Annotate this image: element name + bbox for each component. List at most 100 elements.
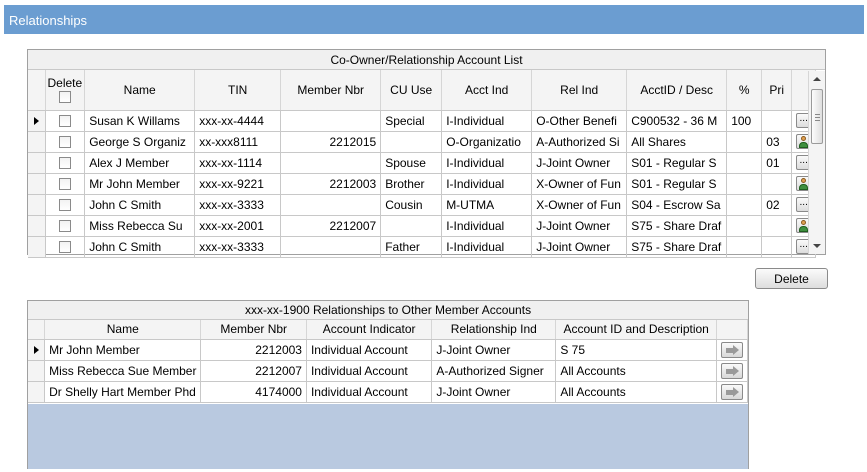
name-cell[interactable]: John C Smith (84, 236, 196, 258)
rel-ind-cell[interactable]: O-Other Benefi (531, 110, 628, 132)
account-desc-cell[interactable]: S 75 (555, 339, 717, 361)
tin-cell[interactable]: xxx-xx-1114 (194, 152, 282, 174)
account-indicator-cell[interactable]: Individual Account (306, 339, 433, 361)
table-row[interactable]: John C Smith xxx-xx-3333 Father I-Individua… (28, 236, 817, 258)
acct-ind-cell[interactable]: O-Organizatio (441, 131, 533, 153)
row-header[interactable] (28, 131, 46, 153)
acct-ind-cell[interactable]: I-Individual (441, 110, 533, 132)
cu-use-cell[interactable]: Cousin (380, 194, 443, 216)
rel-ind-cell[interactable]: A-Authorized Si (531, 131, 628, 153)
tin-cell[interactable]: xx-xxx8111 (194, 131, 282, 153)
column-header-percent[interactable]: % (726, 70, 763, 111)
name-cell[interactable]: Mr John Member (44, 339, 202, 361)
pri-cell[interactable]: 03 (761, 131, 793, 153)
member-nbr-cell[interactable] (280, 236, 382, 258)
select-all-delete-checkbox[interactable] (58, 90, 71, 103)
column-header-account-indicator[interactable]: Account Indicator (306, 320, 433, 340)
table-row[interactable]: George S Organiz xx-xxx8111 2212015 O-Organ… (28, 131, 817, 153)
percent-cell[interactable] (726, 236, 763, 258)
percent-cell[interactable] (726, 152, 763, 174)
percent-cell[interactable]: 100 (726, 110, 763, 132)
account-desc-cell[interactable]: All Accounts (555, 360, 717, 382)
tin-cell[interactable]: xxx-xx-2001 (194, 215, 282, 237)
row-header[interactable] (28, 173, 46, 195)
column-header-acct-desc[interactable]: AcctID / Desc (626, 70, 728, 111)
column-header-account-desc[interactable]: Account ID and Description (555, 320, 717, 340)
relationship-ind-cell[interactable]: J-Joint Owner (431, 381, 557, 403)
name-cell[interactable]: Miss Rebecca Sue Member (44, 360, 202, 382)
delete-checkbox[interactable] (58, 241, 71, 254)
member-nbr-cell[interactable]: 2212007 (200, 360, 307, 382)
cu-use-cell[interactable] (380, 131, 443, 153)
member-nbr-cell[interactable]: 2212007 (280, 215, 382, 237)
member-nbr-cell[interactable] (280, 152, 382, 174)
column-header-member-nbr[interactable]: Member Nbr (200, 320, 307, 340)
percent-cell[interactable] (726, 173, 763, 195)
arrow-right-icon[interactable] (720, 383, 743, 400)
acct-desc-cell[interactable]: S01 - Regular S (626, 152, 728, 174)
column-header-cu-use[interactable]: CU Use (380, 70, 443, 111)
name-cell[interactable]: Mr John Member (84, 173, 196, 195)
acct-ind-cell[interactable]: M-UTMA (441, 194, 533, 216)
row-header[interactable] (28, 194, 46, 216)
acct-desc-cell[interactable]: All Shares (626, 131, 728, 153)
pri-cell[interactable] (761, 215, 793, 237)
acct-desc-cell[interactable]: S75 - Share Draf (626, 215, 728, 237)
table-row[interactable]: Miss Rebecca Sue Member 2212007 Individual… (28, 360, 749, 382)
name-cell[interactable]: Miss Rebecca Su (84, 215, 196, 237)
cu-use-cell[interactable] (380, 215, 443, 237)
column-header-name[interactable]: Name (84, 70, 196, 111)
row-header[interactable] (28, 215, 46, 237)
member-nbr-cell[interactable]: 2212003 (200, 339, 307, 361)
acct-ind-cell[interactable]: I-Individual (441, 152, 533, 174)
acct-desc-cell[interactable]: C900532 - 36 M (626, 110, 728, 132)
scroll-thumb[interactable] (811, 89, 823, 144)
column-header-name[interactable]: Name (44, 320, 202, 340)
member-nbr-cell[interactable]: 2212003 (280, 173, 382, 195)
tin-cell[interactable]: xxx-xx-4444 (194, 110, 282, 132)
name-cell[interactable]: George S Organiz (84, 131, 196, 153)
member-nbr-cell[interactable] (280, 194, 382, 216)
row-header[interactable] (28, 381, 46, 403)
delete-checkbox[interactable] (58, 199, 71, 212)
pri-cell[interactable] (761, 173, 793, 195)
pri-cell[interactable]: 02 (761, 194, 793, 216)
coowner-vertical-scrollbar[interactable] (808, 71, 825, 254)
table-row[interactable]: Dr Shelly Hart Member Phd 4174000 Individu… (28, 381, 749, 403)
arrow-right-icon[interactable] (720, 341, 743, 358)
pri-cell[interactable]: 01 (761, 152, 793, 174)
delete-checkbox[interactable] (58, 178, 71, 191)
acct-desc-cell[interactable]: S01 - Regular S (626, 173, 728, 195)
cu-use-cell[interactable]: Spouse (380, 152, 443, 174)
column-header-rel-ind[interactable]: Rel Ind (531, 70, 628, 111)
row-header[interactable] (28, 110, 46, 132)
delete-button[interactable]: Delete (755, 268, 828, 289)
tin-cell[interactable]: xxx-xx-3333 (194, 194, 282, 216)
member-nbr-cell[interactable] (280, 110, 382, 132)
row-header[interactable] (28, 152, 46, 174)
tin-cell[interactable]: xxx-xx-3333 (194, 236, 282, 258)
percent-cell[interactable] (726, 215, 763, 237)
acct-desc-cell[interactable]: S75 - Share Draf (626, 236, 728, 258)
percent-cell[interactable] (726, 131, 763, 153)
percent-cell[interactable] (726, 194, 763, 216)
column-header-member-nbr[interactable]: Member Nbr (280, 70, 382, 111)
rel-ind-cell[interactable]: X-Owner of Fun (531, 194, 628, 216)
account-desc-cell[interactable]: All Accounts (555, 381, 717, 403)
member-nbr-cell[interactable]: 2212015 (280, 131, 382, 153)
table-row[interactable]: Susan K Willams xxx-xx-4444 Special I-Indiv… (28, 110, 817, 132)
rel-ind-cell[interactable]: X-Owner of Fun (531, 173, 628, 195)
member-nbr-cell[interactable]: 4174000 (200, 381, 307, 403)
relationship-ind-cell[interactable]: A-Authorized Signer (431, 360, 557, 382)
column-header-relationship-ind[interactable]: Relationship Ind (431, 320, 557, 340)
relationship-ind-cell[interactable]: J-Joint Owner (431, 339, 557, 361)
scroll-down-arrow-icon[interactable] (813, 244, 821, 248)
name-cell[interactable]: Dr Shelly Hart Member Phd (44, 381, 202, 403)
acct-ind-cell[interactable]: I-Individual (441, 173, 533, 195)
cu-use-cell[interactable]: Special (380, 110, 443, 132)
acct-ind-cell[interactable]: I-Individual (441, 215, 533, 237)
row-header[interactable] (28, 339, 46, 361)
table-row[interactable]: John C Smith xxx-xx-3333 Cousin M-UTMA X-Own… (28, 194, 817, 216)
column-header-delete[interactable]: Delete (45, 70, 86, 111)
table-row[interactable]: Mr John Member 2212003 Individual Account J… (28, 339, 749, 361)
